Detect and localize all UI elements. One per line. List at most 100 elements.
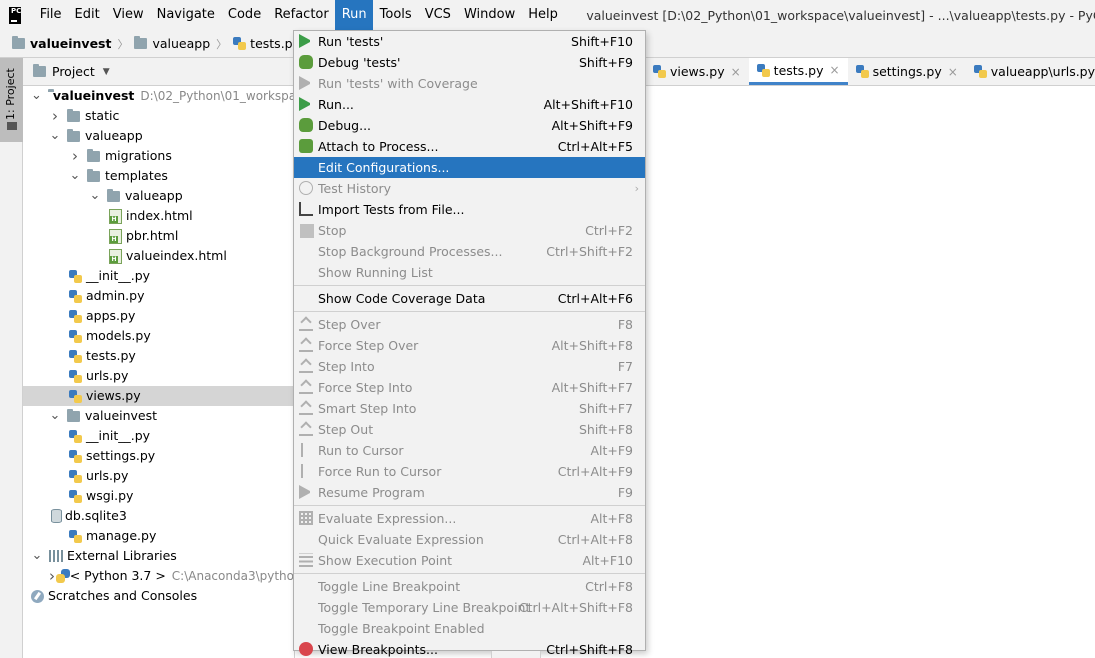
run-menu-item-attach-to-process[interactable]: Attach to Process... Ctrl+Alt+F5 (294, 136, 645, 157)
tree-item[interactable]: ›manage.py (23, 526, 294, 546)
close-icon[interactable]: × (731, 65, 741, 79)
close-icon[interactable]: × (830, 63, 840, 77)
run-menu-item-debug-tests[interactable]: Debug 'tests' Shift+F9 (294, 52, 645, 73)
tree-item[interactable]: ›views.py (23, 386, 294, 406)
menu-window[interactable]: Window (457, 0, 521, 30)
editor-tab[interactable]: tests.py × (748, 58, 848, 85)
tree-item[interactable]: ›valueindex.html (23, 246, 294, 266)
tree-item[interactable]: ›wsgi.py (23, 486, 294, 506)
tree-item[interactable]: ›__init__.py (23, 426, 294, 446)
editor-tabs: views.py × tests.py × settings.py × valueapp\u… (645, 58, 1095, 86)
menu-tools[interactable]: Tools (373, 0, 418, 30)
menu-navigate[interactable]: Navigate (150, 0, 221, 30)
run-menu-item-debug[interactable]: Debug... Alt+Shift+F9 (294, 115, 645, 136)
tree-item[interactable]: ›db.sqlite3 (23, 506, 294, 526)
menu-edit[interactable]: Edit (68, 0, 106, 30)
menu-item-shortcut: Shift+F9 (578, 55, 633, 70)
run-menu-item-run-to-cursor[interactable]: Run to Cursor Alt+F9 (294, 440, 645, 461)
tree-item[interactable]: ›index.html (23, 206, 294, 226)
run-menu-item-test-history[interactable]: Test History › (294, 178, 645, 199)
run-menu-item-stop[interactable]: Stop Ctrl+F2 (294, 220, 645, 241)
project-tool-window-button[interactable]: 1: Project (0, 58, 23, 142)
tree-item[interactable]: ›Scratches and Consoles (23, 586, 294, 606)
run-menu-item-step-into[interactable]: Step Into F7 (294, 356, 645, 377)
menu-run[interactable]: Run (335, 0, 374, 30)
chevron-down-icon[interactable]: ▼ (103, 67, 110, 77)
coverage-icon (299, 76, 313, 90)
run-menu-item-stop-background-processes[interactable]: Stop Background Processes... Ctrl+Shift+F… (294, 241, 645, 262)
tree-item[interactable]: › < Python 3.7 > C:\Anaconda3\pytho (23, 566, 294, 586)
tree-item[interactable]: ⌄ valueinvest D:\02_Python\01_workspace (23, 86, 294, 106)
chevron-down-icon[interactable]: ⌄ (31, 549, 43, 562)
run-menu-item-toggle-temporary-line-breakpoint[interactable]: Toggle Temporary Line Breakpoint Ctrl+Alt… (294, 597, 645, 618)
tree-item[interactable]: ›urls.py (23, 366, 294, 386)
run-menu-item-evaluate-expression[interactable]: Evaluate Expression... Alt+F8 (294, 508, 645, 529)
menu-view[interactable]: View (106, 0, 150, 30)
breadcrumb-item-file[interactable]: tests.py (233, 36, 300, 51)
run-menu-item-force-step-into[interactable]: Force Step Into Alt+Shift+F7 (294, 377, 645, 398)
tree-item[interactable]: ›models.py (23, 326, 294, 346)
run-menu-item-step-over[interactable]: Step Over F8 (294, 314, 645, 335)
run-menu-item-force-run-to-cursor[interactable]: Force Run to Cursor Ctrl+Alt+F9 (294, 461, 645, 482)
chevron-down-icon[interactable]: ⌄ (49, 129, 61, 142)
tree-item[interactable]: ›urls.py (23, 466, 294, 486)
menu-help[interactable]: Help (522, 0, 565, 30)
tree-item[interactable]: ›pbr.html (23, 226, 294, 246)
menu-vcs[interactable]: VCS (418, 0, 457, 30)
tree-item[interactable]: ›apps.py (23, 306, 294, 326)
chevron-down-icon[interactable]: ⌄ (31, 89, 42, 102)
chevron-down-icon[interactable]: ⌄ (89, 189, 101, 202)
tree-item[interactable]: ⌄ templates (23, 166, 294, 186)
tree-item[interactable]: ›__init__.py (23, 266, 294, 286)
run-menu-item-show-execution-point[interactable]: Show Execution Point Alt+F10 (294, 550, 645, 571)
menu-refactor[interactable]: Refactor (268, 0, 336, 30)
tree-item[interactable]: ›tests.py (23, 346, 294, 366)
run-menu-item-run-tests-with-coverage[interactable]: Run 'tests' with Coverage (294, 73, 645, 94)
resume-icon (299, 485, 313, 499)
menu-item-shortcut: Ctrl+Shift+F2 (546, 244, 633, 259)
menu-file[interactable]: File (33, 0, 68, 30)
run-menu-item-step-out[interactable]: Step Out Shift+F8 (294, 419, 645, 440)
project-panel-title: Project (52, 64, 95, 79)
chevron-right-icon[interactable]: › (49, 107, 61, 125)
run-menu-item-toggle-breakpoint-enabled[interactable]: Toggle Breakpoint Enabled (294, 618, 645, 639)
menu-code[interactable]: Code (221, 0, 267, 30)
tree-item-label: manage.py (86, 528, 157, 543)
run-menu-item-show-code-coverage-data[interactable]: Show Code Coverage Data Ctrl+Alt+F6 (294, 288, 645, 309)
tree-item[interactable]: › static (23, 106, 294, 126)
tree-item[interactable]: ⌄ valueapp (23, 186, 294, 206)
run-menu-item-quick-evaluate-expression[interactable]: Quick Evaluate Expression Ctrl+Alt+F8 (294, 529, 645, 550)
breadcrumb-item-project[interactable]: valueinvest (12, 36, 111, 51)
chevron-right-icon[interactable]: › (49, 567, 55, 585)
run-menu-item-force-step-over[interactable]: Force Step Over Alt+Shift+F8 (294, 335, 645, 356)
calculator-icon (299, 511, 313, 525)
run-menu-item-edit-configurations[interactable]: Edit Configurations... (294, 157, 645, 178)
tree-item-label: < Python 3.7 > (69, 568, 166, 583)
chevron-right-icon[interactable]: › (69, 147, 81, 165)
tree-item[interactable]: ⌄ valueinvest (23, 406, 294, 426)
run-menu-item-view-breakpoints[interactable]: View Breakpoints... Ctrl+Shift+F8 (294, 639, 645, 658)
run-menu-item-run[interactable]: Run... Alt+Shift+F10 (294, 94, 645, 115)
tree-item[interactable]: ⌄ External Libraries (23, 546, 294, 566)
editor-tab[interactable]: settings.py × (848, 58, 966, 85)
menu-item-label: Stop (318, 223, 347, 238)
editor-tab[interactable]: views.py × (645, 58, 749, 85)
editor-tab[interactable]: valueapp\urls.py× (966, 58, 1095, 85)
run-menu-item-show-running-list[interactable]: Show Running List (294, 262, 645, 283)
tree-item-label: External Libraries (67, 548, 177, 563)
run-menu-item-smart-step-into[interactable]: Smart Step Into Shift+F7 (294, 398, 645, 419)
run-menu-item-run-tests[interactable]: Run 'tests' Shift+F10 (294, 31, 645, 52)
run-menu-item-import-tests-from-file[interactable]: Import Tests from File... (294, 199, 645, 220)
menu-item-label: Show Code Coverage Data (318, 291, 486, 306)
run-menu-item-toggle-line-breakpoint[interactable]: Toggle Line Breakpoint Ctrl+F8 (294, 576, 645, 597)
tree-item[interactable]: › migrations (23, 146, 294, 166)
chevron-down-icon[interactable]: ⌄ (49, 409, 61, 422)
tree-item[interactable]: ›settings.py (23, 446, 294, 466)
close-icon[interactable]: × (948, 65, 958, 79)
project-panel-header[interactable]: Project ▼ (23, 58, 294, 86)
run-menu-item-resume-program[interactable]: Resume Program F9 (294, 482, 645, 503)
tree-item[interactable]: ›admin.py (23, 286, 294, 306)
tree-item[interactable]: ⌄ valueapp (23, 126, 294, 146)
breadcrumb-item-folder[interactable]: valueapp (134, 36, 210, 51)
chevron-down-icon[interactable]: ⌄ (69, 169, 81, 182)
